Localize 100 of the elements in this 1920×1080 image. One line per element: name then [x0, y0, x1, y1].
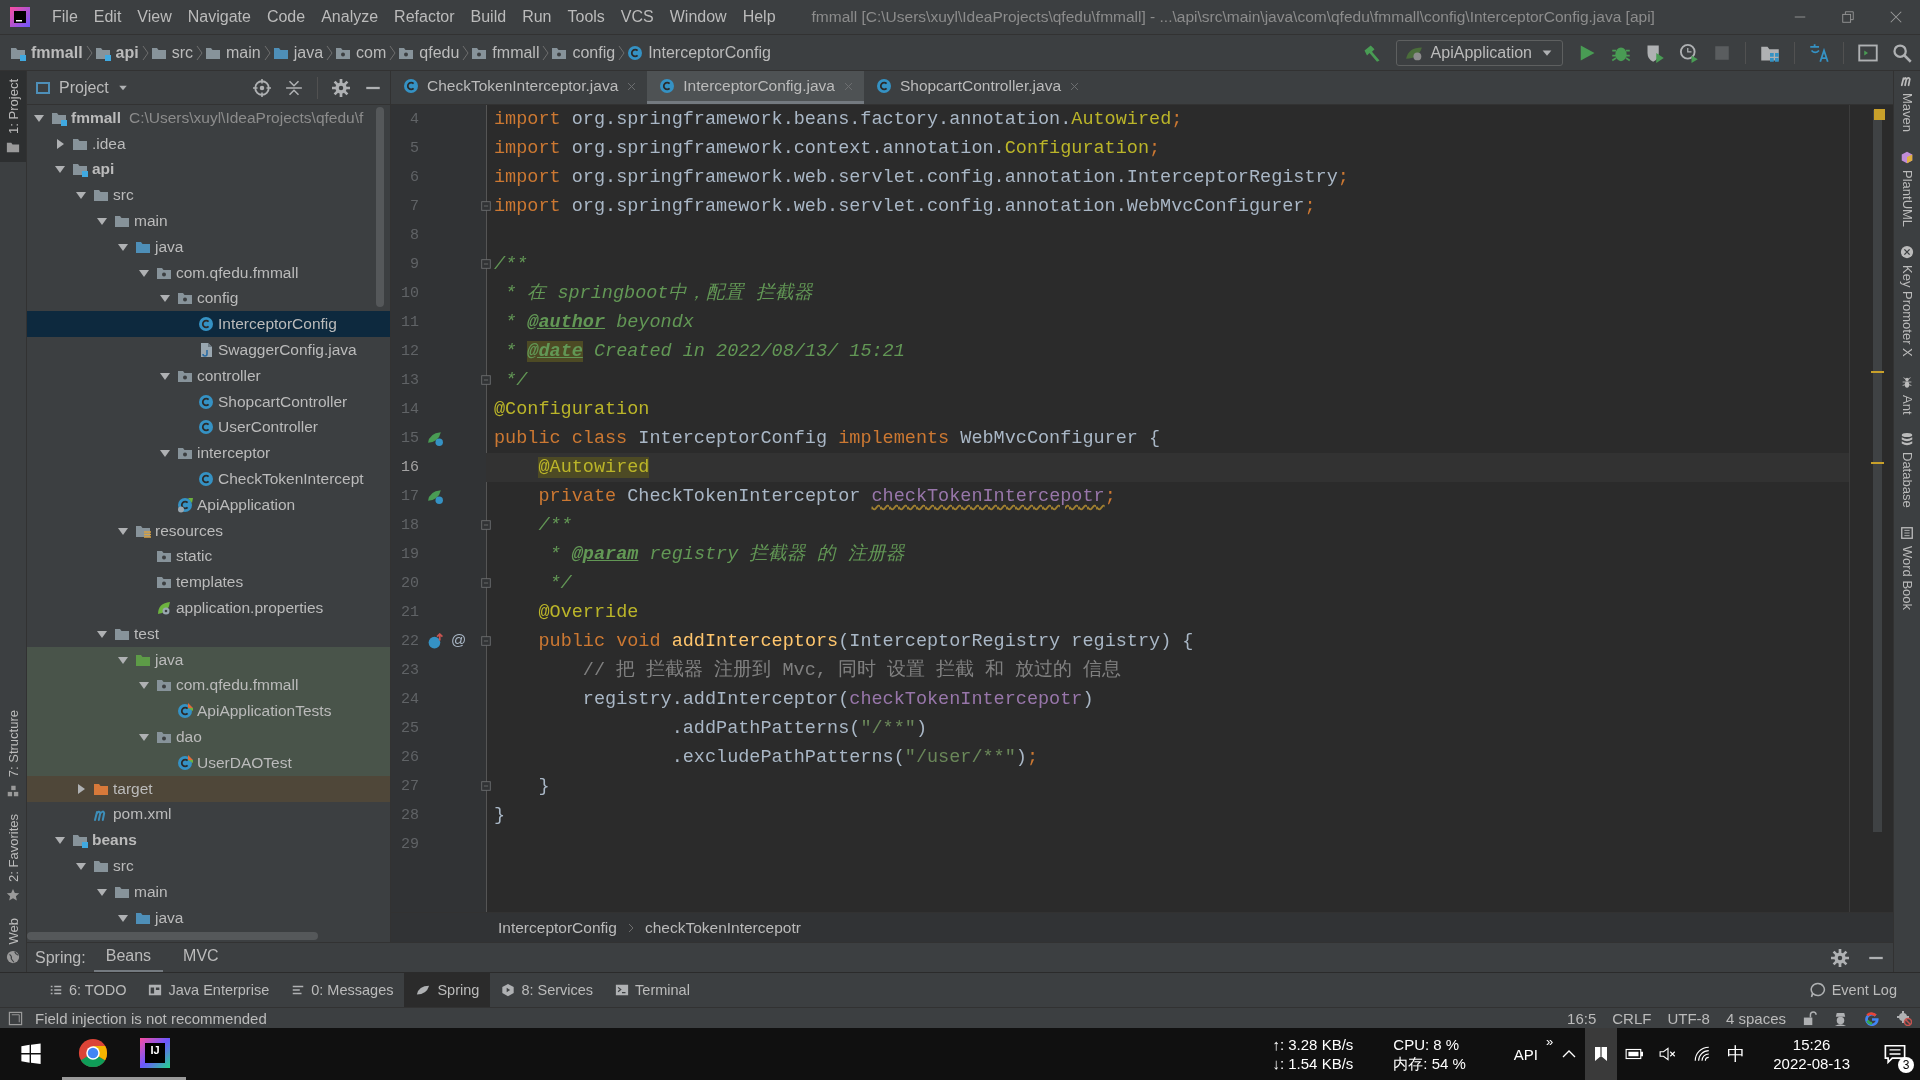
collapsed-arrow-icon[interactable] [75, 782, 87, 795]
menu-item[interactable]: VCS [612, 4, 662, 30]
tree-item[interactable]: java [27, 904, 390, 931]
tree-item[interactable]: templates [27, 569, 390, 596]
tool-window-stripe-button[interactable]: Database [1899, 432, 1915, 509]
tree-item[interactable]: resources [27, 517, 390, 544]
breadcrumb-item[interactable]: fmmall [8, 43, 85, 62]
menu-item[interactable]: Build [462, 4, 515, 30]
tree-item[interactable]: static [27, 543, 390, 570]
breadcrumb-item[interactable]: config [549, 43, 618, 62]
settings-icon[interactable] [332, 78, 350, 97]
tool-window-stripe-button[interactable]: Key Promoter X [1899, 245, 1915, 357]
warning-marker[interactable] [1871, 462, 1884, 464]
settings-icon[interactable] [1831, 948, 1849, 967]
toolbar-expand[interactable]: » [1546, 1034, 1554, 1049]
tool-window-stripe-button[interactable]: Word Book [1899, 526, 1915, 611]
mute-icon[interactable] [1659, 1045, 1678, 1063]
menu-item[interactable]: Navigate [179, 4, 259, 30]
tree-item[interactable]: SwaggerConfig.java [27, 337, 390, 363]
taskbar-app[interactable]: IJ [124, 1028, 186, 1080]
tree-item[interactable]: src [27, 853, 390, 879]
tree-item[interactable]: main [27, 878, 390, 905]
scrollbar[interactable] [27, 932, 318, 940]
panel-tab[interactable]: MVC [171, 942, 231, 973]
panel-tab[interactable]: Beans [93, 942, 164, 973]
translate-icon[interactable] [1809, 42, 1829, 63]
tree-item[interactable]: .idea [27, 130, 390, 157]
tree-item[interactable]: controller [27, 362, 390, 389]
menu-item[interactable]: Code [258, 4, 314, 30]
tree-item[interactable]: pom.xml [27, 801, 390, 828]
status-item[interactable]: 4 spaces [1725, 1009, 1786, 1027]
status-item[interactable]: UTF-8 [1667, 1009, 1710, 1027]
panel-toggle-icon[interactable] [8, 1010, 23, 1026]
tool-window-stripe-button[interactable]: Maven [1899, 73, 1915, 133]
status-item[interactable]: CRLF [1612, 1009, 1652, 1027]
profiler-icon[interactable] [1679, 42, 1699, 63]
menu-item[interactable]: Tools [559, 4, 613, 30]
event-log-button[interactable]: Event Log [1798, 973, 1908, 1007]
menu-item[interactable]: File [44, 4, 86, 30]
tree-item[interactable]: java [27, 234, 390, 260]
tree-item[interactable]: ApiApplicationTests [27, 698, 390, 725]
tree-item[interactable]: api [27, 156, 390, 183]
tree-item[interactable]: com.qfedu.fmmall [27, 672, 390, 699]
tree-item[interactable]: beans [27, 827, 390, 854]
tree-item[interactable]: fmmall C:\Users\xuyl\IdeaProjects\qfedu\f [27, 105, 390, 131]
breadcrumb-item[interactable]: java [270, 43, 326, 62]
scrollbar[interactable] [376, 107, 384, 307]
tool-window-button[interactable]: Spring [404, 973, 491, 1007]
locate-icon[interactable] [253, 78, 271, 97]
tree-item[interactable]: config [27, 285, 390, 312]
menu-item[interactable]: View [129, 4, 180, 30]
project-view-selector[interactable]: Project [35, 78, 129, 97]
tree-item[interactable]: UserController [27, 414, 390, 441]
tree-item[interactable]: dao [27, 724, 390, 750]
tool-window-stripe-button[interactable]: Ant [1899, 374, 1915, 415]
breadcrumb-item[interactable]: main [203, 43, 263, 62]
search-icon[interactable] [1892, 42, 1912, 63]
tool-window-button[interactable]: Java Enterprise [137, 973, 281, 1007]
inspector-icon[interactable] [1833, 1010, 1848, 1026]
wifi-icon[interactable] [1693, 1045, 1712, 1063]
tree-item[interactable]: main [27, 208, 390, 234]
google-icon[interactable] [1864, 1010, 1880, 1026]
breadcrumb-item[interactable]: checkTokenIntercepotr [644, 918, 801, 937]
run-configuration-dropdown[interactable]: ApiApplication [1395, 39, 1563, 66]
scrollbar[interactable] [1873, 110, 1882, 832]
menu-item[interactable]: Help [734, 4, 784, 30]
tool-window-stripe-button[interactable]: 7: Structure [0, 702, 26, 806]
clock[interactable]: 15:26 2022-08-13 [1753, 1035, 1870, 1073]
tool-window-stripe-button[interactable]: Web [0, 909, 26, 972]
input-method-indicator[interactable]: 中 [1719, 1028, 1754, 1080]
close-icon[interactable] [1889, 10, 1903, 24]
tree-item[interactable]: com.qfedu.fmmall [27, 259, 390, 286]
tool-window-stripe-button[interactable]: 1: Project [0, 71, 26, 162]
window-icon[interactable] [1858, 42, 1878, 63]
tree-item[interactable]: src [27, 182, 390, 209]
warning-marker[interactable] [1871, 371, 1884, 373]
restore-icon[interactable] [1841, 10, 1855, 24]
menu-item[interactable]: Analyze [313, 4, 387, 30]
collapse-all-icon[interactable] [285, 78, 303, 97]
menu-item[interactable]: Window [661, 4, 735, 30]
menu-item[interactable]: Edit [85, 4, 130, 30]
bookmark-icon[interactable] [1593, 1046, 1610, 1062]
breadcrumb-item[interactable]: api [92, 43, 141, 62]
menu-item[interactable]: Run [514, 4, 560, 30]
breadcrumb-item[interactable]: InterceptorConfig [498, 918, 617, 937]
tool-window-button[interactable]: 8: Services [490, 973, 605, 1007]
breadcrumb-item[interactable]: src [148, 43, 196, 62]
tool-window-stripe-button[interactable]: 2: Favorites [0, 805, 26, 910]
lock-icon[interactable] [1802, 1010, 1817, 1026]
breadcrumb-item[interactable]: InterceptorConfig [625, 43, 773, 62]
tree-item[interactable]: ApiApplication [27, 491, 390, 518]
tree-item[interactable]: test [27, 620, 390, 647]
toolbar-label[interactable]: API [1505, 1028, 1547, 1080]
tool-window-button[interactable]: 0: Messages [280, 973, 405, 1007]
annotation-marker[interactable]: @ [451, 631, 467, 648]
tree-item[interactable]: java [27, 646, 390, 673]
editor-tab[interactable]: InterceptorConfig.java [647, 71, 864, 104]
editor-tab[interactable]: ShopcartController.java [863, 71, 1091, 104]
collapsed-arrow-icon[interactable] [54, 137, 66, 150]
breadcrumb-item[interactable]: com [333, 43, 389, 62]
